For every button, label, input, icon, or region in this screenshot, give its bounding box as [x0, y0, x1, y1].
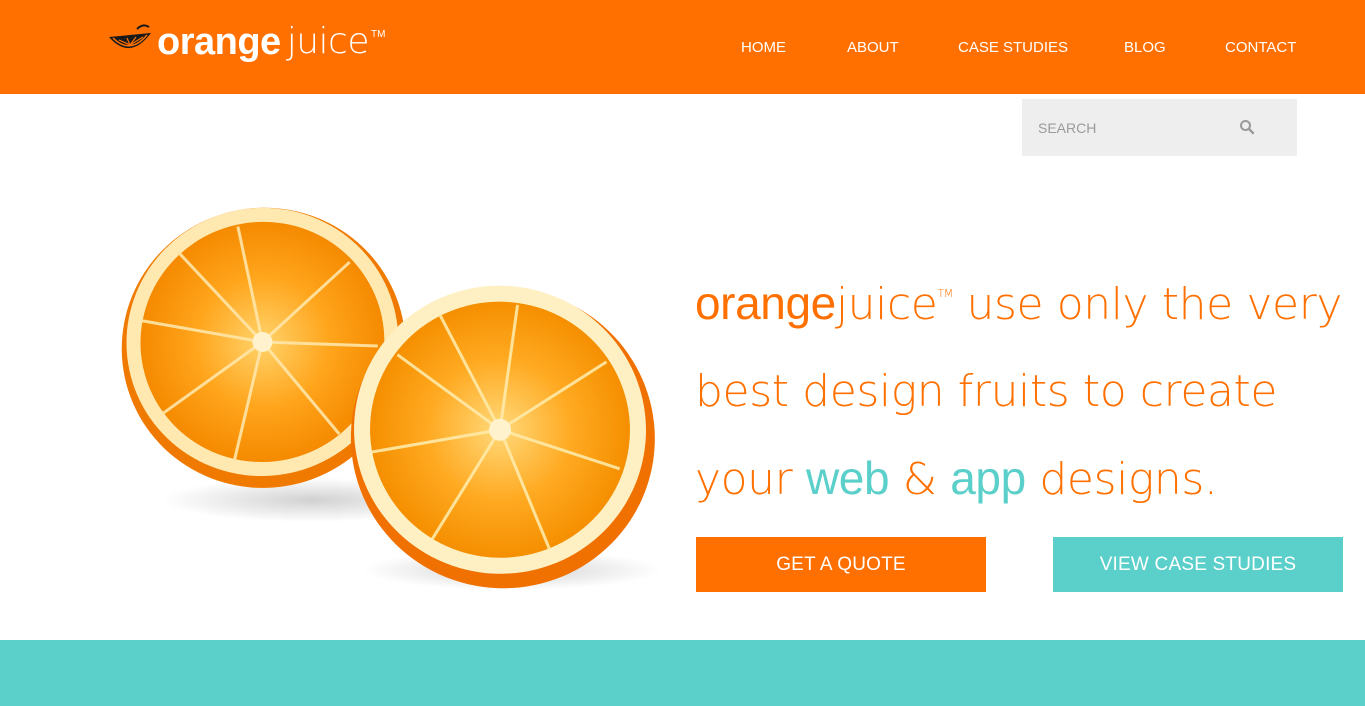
logo-text-light: juice [286, 21, 370, 62]
nav-about[interactable]: ABOUT [847, 39, 899, 56]
headline-highlight-app: app [950, 452, 1026, 504]
nav-contact[interactable]: CONTACT [1225, 39, 1296, 56]
headline-trademark: TM [937, 287, 953, 300]
teal-section-band [0, 640, 1365, 706]
orange-halves-image [121, 207, 662, 590]
search-icon[interactable] [1239, 119, 1255, 135]
headline-line-2: best design fruits to create [695, 366, 1278, 417]
site-header: orange juice TM HOME ABOUT CASE STUDIES … [0, 0, 1365, 94]
orange-slice-icon [109, 24, 151, 49]
nav-case-studies[interactable]: CASE STUDIES [958, 39, 1068, 56]
get-quote-button[interactable]: GET A QUOTE [696, 537, 986, 592]
logo-text-bold: orange [157, 21, 281, 63]
headline-line-3: your web & app designs. [695, 435, 1365, 523]
search-input[interactable] [1022, 99, 1242, 156]
nav-home[interactable]: HOME [741, 39, 786, 56]
headline-brand-bold: orange [695, 277, 836, 329]
headline-line-3-c: designs. [1025, 454, 1218, 505]
search-box [1022, 99, 1297, 156]
logo-trademark: TM [370, 29, 386, 40]
headline-brand-light: juice [835, 279, 938, 330]
view-case-studies-button[interactable]: VIEW CASE STUDIES [1053, 537, 1343, 592]
headline-line-3-a: your [695, 454, 806, 505]
logo[interactable]: orange juice TM [107, 20, 385, 70]
headline-highlight-web: web [805, 452, 890, 504]
headline-line-1-rest: use only the very [952, 279, 1343, 330]
headline-line-1: orangejuiceTM use only the very [695, 250, 1365, 348]
nav-blog[interactable]: BLOG [1124, 39, 1166, 56]
headline-line-3-b: & [889, 454, 951, 505]
hero-headline: orangejuiceTM use only the very best des… [695, 250, 1365, 523]
